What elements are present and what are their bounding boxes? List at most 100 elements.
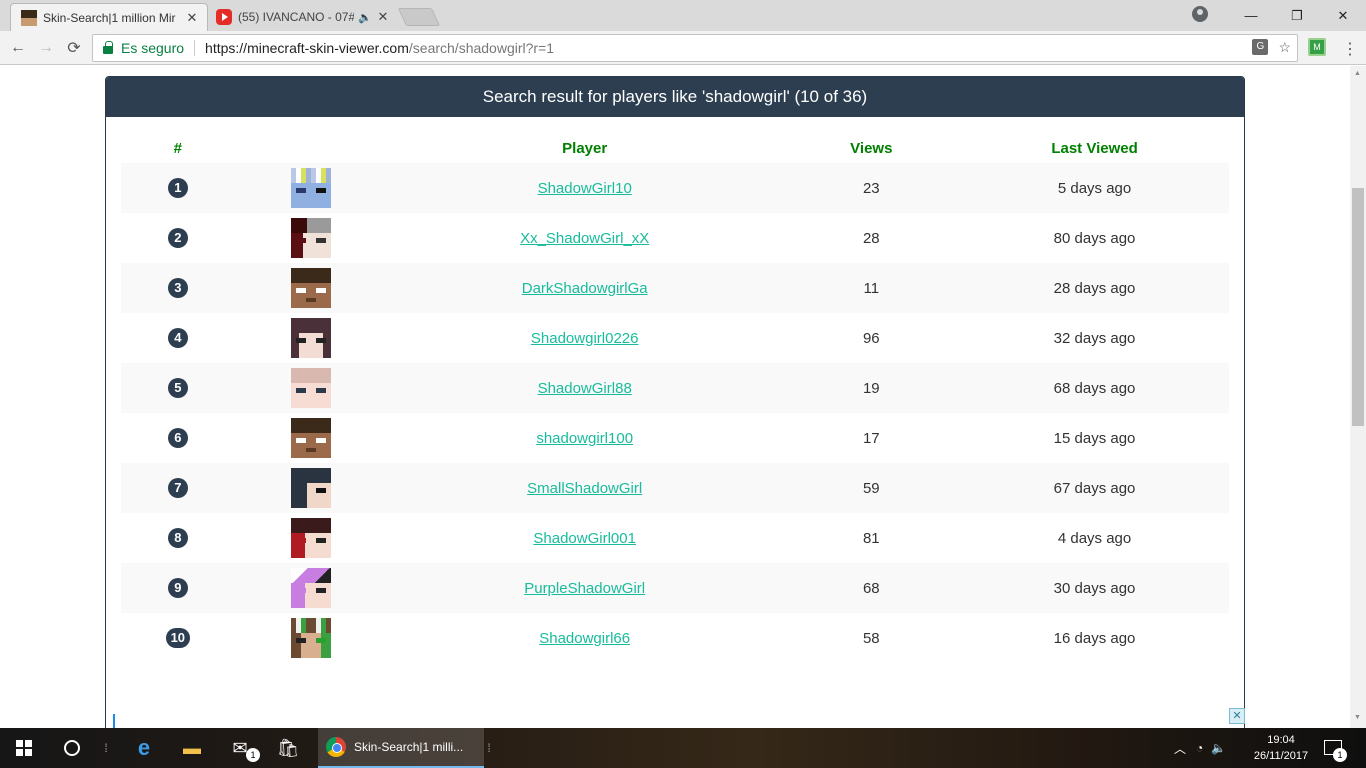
secure-label: Es seguro — [121, 40, 185, 56]
column-header-avatar — [235, 133, 387, 163]
rank-badge: 8 — [167, 528, 188, 548]
close-window-icon[interactable]: ✕ — [1320, 8, 1366, 24]
player-link[interactable]: ShadowGirl10 — [538, 180, 632, 197]
table-row: 4 Shadowgirl0226 96 32 days ago — [121, 313, 1229, 363]
player-head-avatar[interactable] — [290, 518, 331, 558]
player-link[interactable]: shadowgirl100 — [536, 430, 633, 447]
results-table: # Player Views Last Viewed 1 ShadowGirl1… — [121, 133, 1229, 663]
url-text[interactable]: https://minecraft-skin-viewer.com/search… — [205, 40, 554, 56]
views-count: 28 — [862, 229, 880, 247]
new-tab-button[interactable] — [397, 8, 441, 26]
last-viewed: 80 days ago — [1053, 229, 1136, 247]
edge-browser-icon[interactable]: e — [120, 728, 168, 768]
last-viewed: 30 days ago — [960, 563, 1229, 613]
windows-taskbar: ⁞ e ▬ ✉ 1 🛍 Skin-Search|1 milli... ⁞ ︿ ◔… — [0, 728, 1366, 768]
player-head-avatar[interactable] — [290, 618, 331, 658]
cortana-button[interactable] — [48, 728, 96, 768]
player-head-avatar[interactable] — [290, 218, 331, 258]
player-link[interactable]: ShadowGirl001 — [533, 530, 636, 547]
wifi-icon[interactable]: ◔ — [1196, 741, 1203, 755]
taskbar-chrome-window[interactable]: Skin-Search|1 milli... — [318, 728, 484, 768]
views-count: 81 — [862, 529, 880, 547]
bookmark-star-icon[interactable]: ☆ — [1278, 39, 1291, 56]
file-explorer-icon[interactable]: ▬ — [168, 728, 216, 768]
views-count: 11 — [782, 263, 961, 313]
menu-kebab-icon[interactable]: ⋮ — [1342, 39, 1358, 59]
maximize-icon[interactable]: ❐ — [1274, 8, 1320, 24]
minimize-icon[interactable]: — — [1228, 8, 1274, 23]
minecraft-favicon-icon — [21, 9, 37, 26]
scrollbar-thumb[interactable] — [1352, 188, 1364, 426]
scroll-up-icon[interactable]: ▲ — [1354, 70, 1361, 77]
clock-date: 26/11/2017 — [1253, 750, 1309, 762]
table-row: 9 PurpleShadowGirl 68 30 days ago — [121, 563, 1229, 613]
last-viewed: 28 days ago — [960, 263, 1229, 313]
table-row: 10 Shadowgirl66 58 16 days ago — [121, 613, 1229, 663]
table-row: 6 shadowgirl100 17 15 days ago — [121, 413, 1229, 463]
system-clock[interactable]: 19:04 26/11/2017 — [1250, 732, 1312, 764]
reload-icon[interactable]: ⟳ — [62, 36, 86, 60]
player-head-avatar[interactable] — [290, 168, 331, 208]
results-panel: Search result for players like 'shadowgi… — [105, 76, 1245, 728]
player-head-avatar[interactable] — [290, 418, 331, 458]
last-viewed: 68 days ago — [960, 363, 1229, 413]
last-viewed: 67 days ago — [960, 463, 1229, 513]
back-arrow-icon[interactable]: ← — [6, 36, 30, 60]
scroll-down-icon[interactable]: ▼ — [1354, 714, 1361, 721]
translate-icon[interactable]: G — [1252, 39, 1269, 55]
rank-badge: 6 — [167, 428, 188, 448]
show-hidden-icons-chevron-up-icon[interactable]: ︿ — [1174, 740, 1186, 757]
page-scrollbar[interactable]: ▲ ▼ — [1350, 66, 1366, 728]
url-path: /search/shadowgirl?r=1 — [408, 40, 555, 56]
speaker-icon[interactable]: 🔈 — [358, 11, 372, 24]
lock-icon — [103, 41, 113, 54]
column-header-views: Views — [850, 139, 893, 157]
player-link[interactable]: Shadowgirl66 — [539, 630, 630, 647]
last-viewed: 5 days ago — [960, 163, 1229, 213]
player-head-avatar[interactable] — [290, 318, 331, 358]
player-link[interactable]: Shadowgirl0226 — [531, 330, 639, 347]
ad-close-icon[interactable]: ✕ — [1229, 708, 1245, 724]
rank-badge: 10 — [165, 628, 191, 648]
player-head-avatar[interactable] — [290, 268, 331, 308]
browser-toolbar: ← → ⟳ Es seguro https://minecraft-skin-v… — [0, 31, 1366, 65]
rank-badge: 9 — [167, 578, 188, 598]
page-viewport: Search result for players like 'shadowgi… — [0, 66, 1350, 728]
rank-badge: 2 — [167, 228, 188, 248]
views-count: 96 — [862, 329, 880, 347]
mail-badge: 1 — [246, 748, 260, 762]
volume-icon[interactable]: 🔈 — [1211, 741, 1226, 755]
address-bar[interactable]: Es seguro https://minecraft-skin-viewer.… — [92, 34, 1298, 62]
views-count: 19 — [782, 363, 961, 413]
player-head-avatar[interactable] — [290, 468, 331, 508]
player-head-avatar[interactable] — [290, 568, 331, 608]
windows-logo-icon — [16, 740, 32, 756]
task-view-divider: ⁞ — [104, 741, 108, 755]
forward-arrow-icon[interactable]: → — [34, 36, 58, 60]
player-link[interactable]: SmallShadowGirl — [527, 480, 642, 497]
clock-time: 19:04 — [1267, 734, 1295, 746]
player-link[interactable]: Xx_ShadowGirl_xX — [520, 230, 649, 247]
table-header-row: # Player Views Last Viewed — [121, 133, 1229, 163]
start-button[interactable] — [0, 728, 48, 768]
table-row: 2 Xx_ShadowGirl_xX 28 80 days ago — [121, 213, 1229, 263]
extension-icon[interactable]: M — [1308, 38, 1326, 56]
last-viewed: 32 days ago — [1053, 329, 1136, 347]
player-head-avatar[interactable] — [290, 368, 331, 408]
views-count: 68 — [782, 563, 961, 613]
mail-icon[interactable]: ✉ 1 — [216, 728, 264, 768]
taskbar-chrome-title: Skin-Search|1 milli... — [354, 740, 464, 754]
player-link[interactable]: PurpleShadowGirl — [524, 580, 645, 597]
tab-close-icon[interactable]: ✕ — [376, 9, 390, 25]
tab-skin-search[interactable]: Skin-Search|1 million Mir ✕ — [10, 3, 208, 31]
player-link[interactable]: DarkShadowgirlGa — [522, 280, 648, 297]
tab-youtube[interactable]: (55) IVANCANO - 07# 🔈 ✕ — [208, 3, 398, 31]
player-link[interactable]: ShadowGirl88 — [538, 380, 632, 397]
store-icon[interactable]: 🛍 — [264, 728, 312, 768]
tab-close-icon[interactable]: ✕ — [185, 10, 199, 26]
text-cursor-line — [113, 714, 115, 728]
system-tray: ︿ ◔ 🔈 — [1174, 728, 1226, 768]
table-row: 8 ShadowGirl001 81 4 days ago — [121, 513, 1229, 563]
profile-icon[interactable] — [1192, 6, 1208, 22]
table-row: 5 ShadowGirl88 19 68 days ago — [121, 363, 1229, 413]
